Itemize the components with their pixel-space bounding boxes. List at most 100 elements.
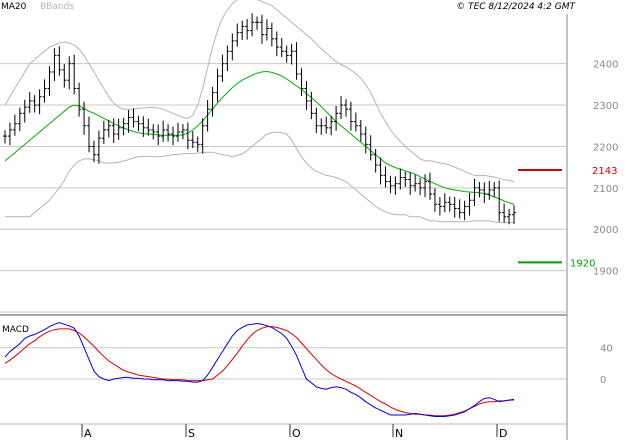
ohlc-bar bbox=[274, 31, 279, 57]
bband-lower-line bbox=[5, 131, 514, 224]
ohlc-bar bbox=[457, 199, 462, 219]
bbands-legend-label: BBands bbox=[40, 2, 74, 12]
ohlc-bar bbox=[215, 68, 220, 102]
ohlc-bar bbox=[255, 16, 260, 30]
ohlc-bar bbox=[348, 101, 353, 131]
ohlc-bar bbox=[284, 45, 289, 63]
ohlc-bar bbox=[512, 205, 516, 224]
ohlc-bar bbox=[62, 64, 67, 88]
ohlc-bar bbox=[378, 157, 383, 185]
copyright-label: © TEC 8/12/2024 4:2 GMT bbox=[456, 2, 576, 12]
macd-title: MACD bbox=[2, 325, 29, 335]
ma20-legend-label: MA20 bbox=[1, 2, 27, 12]
ohlc-bar bbox=[334, 105, 339, 131]
macd-tick-label: 40 bbox=[600, 344, 613, 355]
ohlc-bar bbox=[353, 112, 358, 132]
ohlc-bar bbox=[452, 196, 457, 218]
ohlc-bar bbox=[492, 182, 497, 198]
ohlc-bar bbox=[230, 33, 235, 61]
ohlc-bar bbox=[22, 99, 27, 123]
ohlc-bar bbox=[432, 188, 437, 212]
price-tick-label: 2000 bbox=[593, 225, 618, 236]
ohlc-bar bbox=[67, 56, 72, 90]
macd-tick-label: 0 bbox=[600, 375, 606, 386]
ohlc-bar bbox=[72, 54, 77, 95]
ohlc-bar bbox=[171, 126, 176, 146]
price-tick-label: 2400 bbox=[593, 60, 618, 71]
ohlc-bar bbox=[121, 117, 126, 136]
ohlc-bar bbox=[77, 82, 82, 117]
ohlc-bar bbox=[314, 107, 319, 134]
ohlc-bar bbox=[442, 193, 447, 213]
ohlc-bar bbox=[146, 118, 151, 136]
ohlc-bar bbox=[413, 174, 418, 192]
ohlc-bar bbox=[477, 182, 482, 198]
ohlc-bar bbox=[185, 122, 190, 150]
chart-window: MA20 BBands © TEC 8/12/2024 4:2 GMT 2400… bbox=[0, 0, 627, 440]
ohlc-bar bbox=[131, 108, 136, 128]
ohlc-bar bbox=[343, 99, 348, 117]
ohlc-bar bbox=[403, 171, 408, 188]
ohlc-bar bbox=[363, 126, 368, 154]
price-tick-label: 2300 bbox=[593, 101, 618, 112]
ohlc-bar bbox=[151, 124, 156, 140]
ohlc-bar bbox=[427, 172, 432, 200]
ohlc-bar bbox=[487, 180, 492, 200]
ohlc-bar bbox=[373, 148, 378, 173]
ohlc-bar bbox=[423, 174, 428, 197]
price-tick-label: 2200 bbox=[593, 142, 618, 153]
signal-line bbox=[4, 326, 514, 417]
ohlc-bar bbox=[42, 79, 47, 103]
ohlc-bar bbox=[235, 23, 240, 47]
month-tick-label: O bbox=[292, 427, 301, 440]
ohlc-bar bbox=[47, 66, 52, 96]
ohlc-bar bbox=[482, 182, 487, 204]
ohlc-bar bbox=[264, 19, 269, 41]
ohlc-bar bbox=[368, 135, 373, 161]
ohlc-bar bbox=[7, 122, 12, 146]
ohlc-bar bbox=[393, 176, 398, 195]
ohlc-bar bbox=[166, 124, 171, 142]
ohlc-bar bbox=[240, 20, 245, 41]
ohlc-bar bbox=[339, 95, 344, 120]
ohlc-bar bbox=[136, 115, 141, 132]
ohlc-bar bbox=[358, 119, 363, 142]
resistance-level-label: 2143 bbox=[592, 166, 617, 177]
ohlc-bar bbox=[32, 95, 37, 113]
ohlc-bar bbox=[507, 208, 512, 225]
ohlc-bar bbox=[269, 22, 274, 47]
ohlc-bar bbox=[447, 196, 452, 212]
ohlc-bar bbox=[324, 116, 329, 134]
ohlc-bar bbox=[190, 131, 195, 149]
ohlc-bar bbox=[175, 122, 180, 142]
ohlc-bar bbox=[259, 14, 264, 44]
ohlc-bar bbox=[225, 45, 230, 72]
ohlc-bar bbox=[101, 120, 106, 144]
month-tick-label: S bbox=[188, 427, 195, 440]
price-tick-label: 2100 bbox=[593, 184, 618, 195]
ohlc-bar bbox=[91, 140, 96, 163]
ohlc-bar bbox=[12, 114, 17, 136]
macd-line bbox=[4, 322, 515, 417]
ohlc-bar bbox=[418, 177, 423, 196]
ohlc-bar bbox=[245, 18, 250, 40]
ohlc-bar bbox=[497, 180, 502, 222]
month-tick-label: N bbox=[395, 427, 403, 440]
month-tick-label: D bbox=[499, 427, 507, 440]
ohlc-bar bbox=[388, 175, 393, 194]
ohlc-bar bbox=[3, 130, 7, 144]
ohlc-bar bbox=[82, 101, 87, 135]
ohlc-bar bbox=[279, 38, 284, 58]
ohlc-bar bbox=[398, 168, 403, 190]
ohlc-bar bbox=[250, 13, 255, 37]
ohlc-bar bbox=[220, 54, 225, 82]
ohlc-bar bbox=[319, 118, 324, 135]
month-tick-label: A bbox=[84, 427, 92, 440]
ohlc-bar bbox=[437, 196, 442, 216]
ohlc-bar bbox=[96, 130, 101, 164]
ohlc-bar bbox=[299, 68, 304, 96]
ohlc-bar bbox=[180, 124, 185, 140]
ohlc-bar bbox=[161, 120, 166, 142]
ohlc-bar bbox=[408, 172, 413, 195]
ohlc-bar bbox=[37, 89, 42, 115]
